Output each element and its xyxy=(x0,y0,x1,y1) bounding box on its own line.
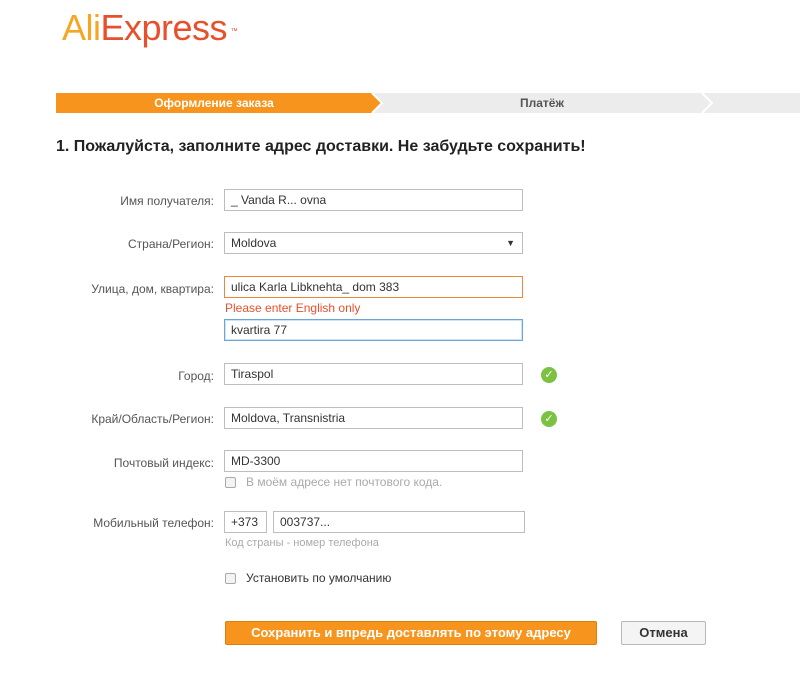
logo-trademark: ™ xyxy=(230,28,238,35)
default-address-checkbox[interactable] xyxy=(225,573,236,584)
no-zip-checkbox[interactable] xyxy=(225,477,236,488)
step-tail-shape xyxy=(702,93,800,113)
street2-input[interactable]: kvartira 77 xyxy=(224,319,523,341)
name-label: Имя получателя: xyxy=(120,194,214,208)
check-circle-icon: ✓ xyxy=(541,367,557,383)
logo-part-express: Express xyxy=(100,7,228,48)
street-error-message: Please enter English only xyxy=(225,301,361,315)
cancel-button[interactable]: Отмена xyxy=(621,621,706,645)
page-title: 1. Пожалуйста, заполните адрес доставки.… xyxy=(56,138,586,155)
street-input[interactable]: ulica Karla Libknehta_ dom 383 xyxy=(224,276,523,298)
zip-label: Почтовый индекс: xyxy=(113,456,214,470)
no-zip-label: В моём адресе нет почтового кода. xyxy=(246,475,443,489)
city-input[interactable]: Tiraspol xyxy=(224,363,523,385)
country-select-value: Moldova xyxy=(231,236,277,250)
region-input[interactable]: Moldova, Transnistria xyxy=(224,407,523,429)
country-select[interactable]: Moldova ▼ xyxy=(224,232,523,254)
checkout-steps: Оформление заказа Платёж xyxy=(56,93,800,113)
zip-input[interactable]: MD-3300 xyxy=(224,450,523,472)
default-address-label: Установить по умолчанию xyxy=(246,571,392,585)
country-label: Страна/Регион: xyxy=(127,237,214,251)
step-order: Оформление заказа xyxy=(56,93,372,113)
region-label: Край/Область/Регион: xyxy=(91,412,214,426)
step-payment-label: Платёж xyxy=(520,96,564,110)
save-button[interactable]: Сохранить и впредь доставлять по этому а… xyxy=(225,621,597,645)
step-order-label: Оформление заказа xyxy=(154,96,274,110)
city-label: Город: xyxy=(178,369,214,383)
recipient-name-input[interactable]: _ Vanda R... ovna xyxy=(224,189,523,211)
phone-country-code-input[interactable]: +373 xyxy=(224,511,267,533)
aliexpress-logo[interactable]: AliExpress ™ xyxy=(62,6,238,50)
logo-part-ali: Ali xyxy=(62,7,101,48)
triangle-down-icon: ▼ xyxy=(506,238,515,248)
phone-label: Мобильный телефон: xyxy=(93,516,214,530)
phone-number-input[interactable]: 003737... xyxy=(273,511,525,533)
phone-hint: Код страны - номер телефона xyxy=(225,537,379,549)
check-circle-icon: ✓ xyxy=(541,411,557,427)
street-label: Улица, дом, квартира: xyxy=(91,282,214,296)
step-payment: Платёж xyxy=(382,93,702,113)
